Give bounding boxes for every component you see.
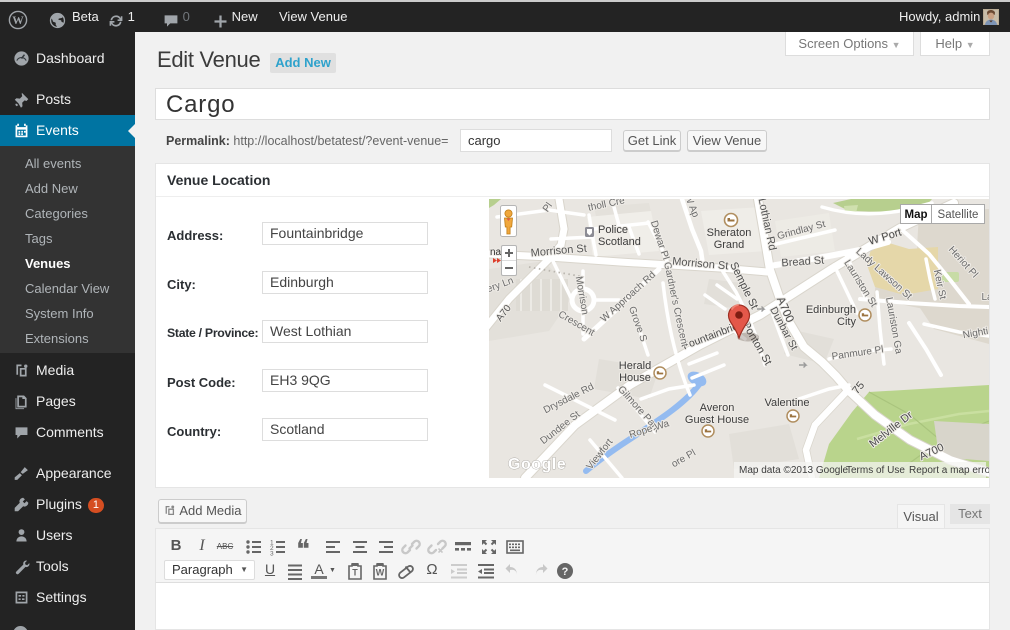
svg-text:Herald: Herald [619,360,651,372]
svg-text:W: W [12,15,24,27]
svg-text:Guest House: Guest House [685,414,749,426]
svg-text:City: City [837,316,856,328]
svg-text:Map: Map [905,209,928,221]
svg-text:3: 3 [270,551,274,558]
svg-text:Terms of Use: Terms of Use [846,465,905,476]
svg-text:T: T [352,568,358,578]
svg-text:Averon: Averon [700,402,735,414]
svg-text:?: ? [562,566,569,578]
svg-text:W: W [376,568,385,578]
svg-text:Valentine: Valentine [764,397,809,409]
svg-text:La: La [981,292,989,303]
svg-text:Sheraton: Sheraton [707,227,752,239]
svg-text:Police: Police [598,224,628,236]
svg-text:House: House [619,372,651,384]
svg-text:Scotland: Scotland [598,236,641,248]
svg-text:Google: Google [508,456,566,473]
svg-text:Report a map error: Report a map error [909,465,989,476]
svg-text:Grand: Grand [714,239,745,251]
svg-text:Map data ©2013 Google: Map data ©2013 Google [739,465,849,476]
svg-text:Satellite: Satellite [938,209,979,221]
svg-text:Edinburgh: Edinburgh [806,304,856,316]
svg-text:na: na [490,247,502,258]
